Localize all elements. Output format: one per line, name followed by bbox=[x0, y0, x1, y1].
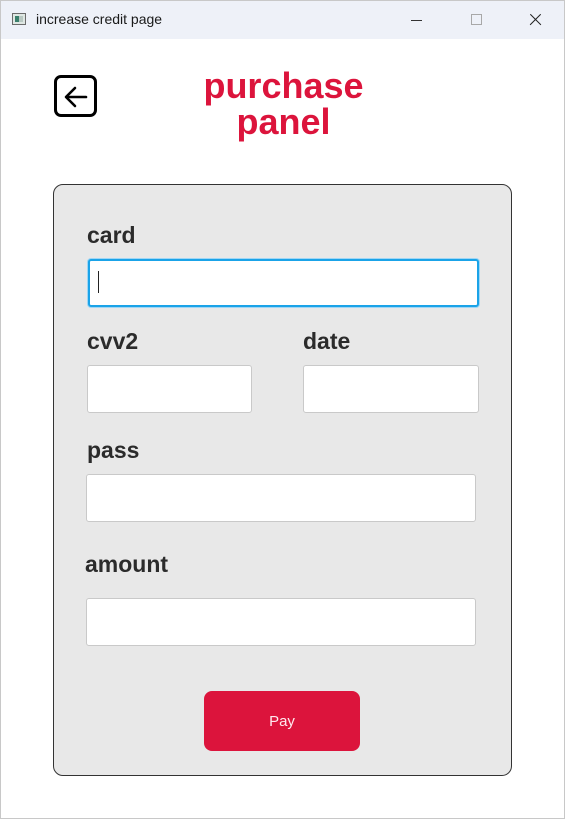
amount-input[interactable] bbox=[86, 598, 476, 646]
app-window: increase credit page purchase panel card… bbox=[0, 0, 565, 819]
page-title: purchase panel bbox=[171, 68, 396, 140]
pass-label: pass bbox=[87, 437, 140, 463]
cvv2-label: cvv2 bbox=[87, 328, 139, 354]
page-title-line-2: panel bbox=[236, 101, 331, 142]
window-title: increase credit page bbox=[36, 11, 163, 27]
date-label: date bbox=[303, 328, 351, 354]
pay-button[interactable]: Pay bbox=[204, 691, 360, 751]
page-title-line-1: purchase bbox=[203, 65, 364, 106]
card-input[interactable] bbox=[88, 259, 479, 307]
app-icon bbox=[12, 13, 26, 25]
pass-input[interactable] bbox=[86, 474, 476, 522]
close-button[interactable] bbox=[512, 1, 558, 39]
text-caret bbox=[98, 271, 99, 293]
title-bar[interactable]: increase credit page bbox=[1, 1, 564, 39]
back-button[interactable] bbox=[54, 75, 97, 117]
cvv2-input[interactable] bbox=[87, 365, 252, 413]
arrow-left-icon bbox=[64, 86, 88, 108]
amount-label: amount bbox=[85, 551, 169, 577]
minimize-button[interactable] bbox=[394, 1, 440, 39]
card-label: card bbox=[87, 222, 136, 248]
date-input[interactable] bbox=[303, 365, 479, 413]
maximize-button[interactable] bbox=[453, 1, 499, 39]
